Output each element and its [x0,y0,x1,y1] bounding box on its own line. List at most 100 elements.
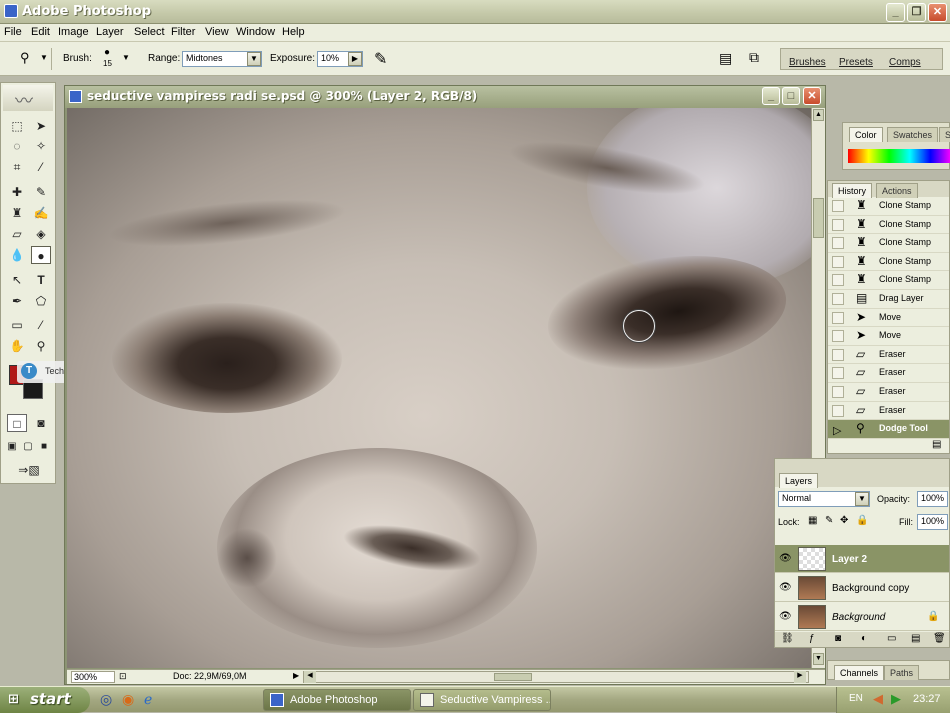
new-snapshot-icon[interactable]: ▤ [932,439,941,450]
task-seductive-vampiress[interactable]: Seductive Vampiress ... [413,689,551,711]
menu-file[interactable]: File [4,26,22,38]
document-close-button[interactable]: ✕ [803,87,821,105]
tab-layers[interactable]: Layers [779,473,819,488]
jump-to-imageready-icon[interactable]: ⇒▧ [11,461,47,479]
new-layer-icon[interactable]: ▤ [911,633,920,644]
new-group-icon[interactable]: ▭ [887,633,896,644]
link-layers-icon[interactable]: ⛓ [781,633,794,644]
slice-tool-icon[interactable]: ⁄ [31,158,51,176]
move-tool-icon[interactable]: ➤ [31,117,51,135]
tab-channels[interactable]: Channels [834,665,885,680]
minimize-button[interactable]: _ [886,3,905,22]
lasso-tool-icon[interactable]: ◌ [7,137,27,155]
lock-transparency-icon[interactable]: ▦ [808,515,817,526]
media-play-icon[interactable]: ▶ [891,691,901,707]
pen-tool-icon[interactable]: ✒ [7,292,27,310]
layer-row-selected[interactable]: 👁 Layer 2 [775,545,949,573]
start-button[interactable]: ⊞ start [0,687,90,713]
scroll-down-icon[interactable]: ▼ [813,653,824,665]
history-item-selected[interactable]: ▷ ⚲ Dodge Tool [828,420,949,439]
firefox-icon[interactable]: ◉ [122,691,134,708]
menu-filter[interactable]: Filter [171,26,195,38]
palette-well-presets[interactable]: Presets [839,57,873,68]
lock-all-icon[interactable]: 🔒 [856,515,868,526]
crop-tool-icon[interactable]: ⌗ [7,158,27,176]
blend-mode-select[interactable]: Normal ▼ [778,491,870,507]
eye-visibility-icon[interactable]: 👁 [779,582,792,593]
eraser-tool-icon[interactable]: ▱ [7,225,27,243]
history-item[interactable]: ♜ Clone Stamp [828,271,949,290]
eye-visibility-icon[interactable]: 👁 [779,553,792,564]
zoom-level[interactable]: 300% [71,671,115,683]
layer-style-icon[interactable]: ƒ [809,633,815,644]
history-item[interactable]: ▤ Drag Layer [828,290,949,309]
menu-help[interactable]: Help [282,26,305,38]
tab-color[interactable]: Color [849,127,883,142]
desktop-icon[interactable]: ◎ [100,691,112,708]
healing-brush-icon[interactable]: ✚ [7,183,27,201]
exposure-input[interactable]: 10% ▶ [317,51,363,67]
vertical-scroll-thumb[interactable] [813,198,824,238]
scroll-left-icon[interactable]: ◀ [304,671,316,683]
tab-paths[interactable]: Paths [884,665,920,680]
paint-bucket-icon[interactable]: ◈ [31,225,51,243]
status-menu-arrow-icon[interactable]: ▶ [293,671,299,680]
adjustment-layer-icon[interactable]: ◐ [861,633,867,644]
scroll-up-icon[interactable]: ▲ [813,109,824,121]
menu-image[interactable]: Image [58,26,89,38]
history-item[interactable]: ➤ Move [828,327,949,346]
palette-toggle-icon[interactable]: ⧉ [749,49,759,66]
history-item[interactable]: ▱ Eraser [828,402,949,421]
horizontal-scrollbar[interactable]: ◀ ▶ [303,671,809,683]
history-item[interactable]: ♜ Clone Stamp [828,216,949,235]
zoom-tool-icon[interactable]: ⚲ [31,337,51,355]
brush-tool-icon[interactable]: ✎ [31,183,51,201]
layer-row[interactable]: 👁 Background 🔒 [775,603,949,631]
document-minimize-button[interactable]: _ [762,87,780,105]
close-button[interactable]: ✕ [928,3,947,22]
tab-swatches[interactable]: Swatches [887,127,939,142]
history-item[interactable]: ▱ Eraser [828,346,949,365]
palette-well-comps[interactable]: Comps [889,57,921,68]
lock-pixels-icon[interactable]: ✎ [825,515,833,526]
task-adobe-photoshop[interactable]: Adobe Photoshop [263,689,411,711]
fill-input[interactable]: 100% [917,514,948,530]
path-selection-icon[interactable]: ↖ [7,271,27,289]
zoom-preview-icon[interactable]: ⊡ [119,671,127,682]
history-item[interactable]: ♜ Clone Stamp [828,234,949,253]
history-item[interactable]: ➤ Move [828,309,949,328]
marquee-tool-icon[interactable]: ⬚ [7,117,27,135]
tab-styles[interactable]: S [939,127,950,142]
menu-layer[interactable]: Layer [96,26,124,38]
tab-actions[interactable]: Actions [876,183,918,198]
screen-mode-full-icon[interactable]: ■ [37,438,51,456]
shape-tool-icon[interactable]: ⬠ [31,292,51,310]
document-maximize-button[interactable]: □ [782,87,800,105]
clone-stamp-icon[interactable]: ♜ [7,204,27,222]
eye-visibility-icon[interactable]: 👁 [779,611,792,622]
internet-explorer-icon[interactable]: ℯ [144,691,152,708]
scroll-right-icon[interactable]: ▶ [794,671,806,683]
lock-position-icon[interactable]: ✥ [840,515,848,526]
image-canvas[interactable] [67,108,811,668]
layer-row[interactable]: 👁 Background copy [775,574,949,602]
hand-tool-icon[interactable]: ✋ [7,337,27,355]
menu-view[interactable]: View [205,26,229,38]
airbrush-icon[interactable]: ✎ [374,49,387,69]
opacity-input[interactable]: 100% [917,491,948,507]
file-browser-icon[interactable]: ▤ [719,50,732,67]
history-item[interactable]: ▱ Eraser [828,364,949,383]
history-item[interactable]: ♜ Clone Stamp [828,253,949,272]
screen-mode-menubar-icon[interactable]: ▢ [21,438,35,456]
tab-history[interactable]: History [832,183,873,198]
type-tool-icon[interactable]: T [31,271,51,289]
menu-window[interactable]: Window [236,26,275,38]
brush-picker[interactable]: ● 15 ▼ [98,47,130,71]
layer-mask-icon[interactable]: ◙ [835,633,841,644]
eyedropper-icon[interactable]: ⁄ [31,316,51,334]
history-item[interactable]: ▱ Eraser [828,383,949,402]
menu-edit[interactable]: Edit [31,26,50,38]
standard-mode-icon[interactable]: □ [7,414,27,432]
color-spectrum[interactable] [848,149,950,163]
menu-select[interactable]: Select [134,26,165,38]
